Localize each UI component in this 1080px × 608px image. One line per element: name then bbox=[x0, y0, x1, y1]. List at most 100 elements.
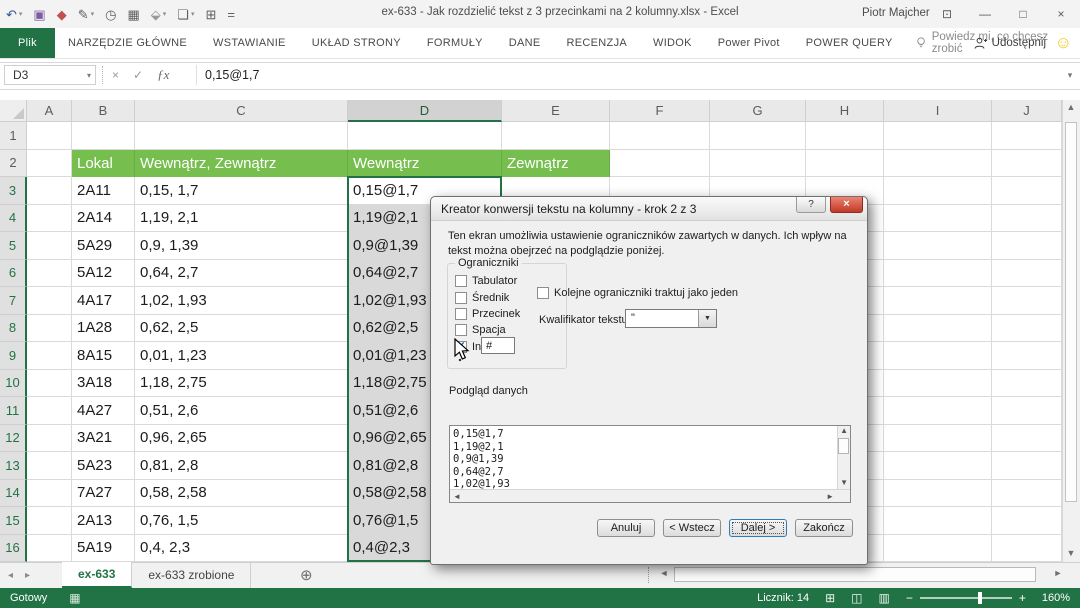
text-qualifier-combobox[interactable]: " ▼ bbox=[625, 309, 717, 328]
row-header-16[interactable]: 16 bbox=[0, 535, 27, 563]
note-icon[interactable]: ❏▾ bbox=[177, 8, 194, 21]
cell-A9[interactable] bbox=[27, 342, 72, 370]
column-header-H[interactable]: H bbox=[806, 100, 884, 122]
preview-scroll-down-icon[interactable]: ▼ bbox=[840, 478, 848, 487]
cell-C2[interactable]: Wewnątrz, Zewnątrz bbox=[135, 150, 348, 178]
ribbon-tab-widok[interactable]: WIDOK bbox=[640, 28, 705, 58]
preview-vertical-scrollbar[interactable]: ▲ ▼ bbox=[837, 426, 850, 489]
dialog-close-button[interactable]: × bbox=[830, 197, 863, 213]
cell-B12[interactable]: 3A21 bbox=[72, 425, 135, 453]
preview-scroll-left-icon[interactable]: ◄ bbox=[453, 492, 461, 501]
cell-I11[interactable] bbox=[884, 397, 992, 425]
cell-B8[interactable]: 1A28 bbox=[72, 315, 135, 343]
cell-J11[interactable] bbox=[992, 397, 1062, 425]
cell-B13[interactable]: 5A23 bbox=[72, 452, 135, 480]
cell-F2[interactable] bbox=[610, 150, 710, 178]
cell-D1[interactable] bbox=[348, 122, 502, 150]
minimize-button[interactable]: — bbox=[966, 0, 1004, 28]
cell-I2[interactable] bbox=[884, 150, 992, 178]
cell-J9[interactable] bbox=[992, 342, 1062, 370]
column-header-G[interactable]: G bbox=[710, 100, 806, 122]
ribbon-tab-formuly[interactable]: FORMUŁY bbox=[414, 28, 496, 58]
cell-C12[interactable]: 0,96, 2,65 bbox=[135, 425, 348, 453]
cell-J4[interactable] bbox=[992, 205, 1062, 233]
name-box[interactable]: D3 ▾ bbox=[4, 65, 96, 85]
cancel-icon[interactable]: × bbox=[112, 68, 119, 82]
ribbon-tab-power-query[interactable]: POWER QUERY bbox=[793, 28, 906, 58]
sheet-prev-icon[interactable]: ◂ bbox=[8, 570, 13, 581]
preview-scroll-right-icon[interactable]: ► bbox=[826, 492, 834, 501]
row-header-6[interactable]: 6 bbox=[0, 260, 27, 288]
row-header-1[interactable]: 1 bbox=[0, 122, 27, 150]
vertical-scrollbar-thumb[interactable] bbox=[1065, 122, 1077, 502]
cell-I12[interactable] bbox=[884, 425, 992, 453]
cell-I5[interactable] bbox=[884, 232, 992, 260]
row-header-3[interactable]: 3 bbox=[0, 177, 27, 205]
cell-J13[interactable] bbox=[992, 452, 1062, 480]
cell-C3[interactable]: 0,15, 1,7 bbox=[135, 177, 348, 205]
ribbon-tab-wstawianie[interactable]: WSTAWIANIE bbox=[200, 28, 299, 58]
hscroll-left-icon[interactable]: ◄ bbox=[658, 568, 670, 578]
cell-B5[interactable]: 5A29 bbox=[72, 232, 135, 260]
feedback-smiley-icon[interactable]: ☺ bbox=[1055, 28, 1072, 58]
checkbox-icon[interactable] bbox=[455, 324, 467, 336]
cell-I1[interactable] bbox=[884, 122, 992, 150]
cell-C10[interactable]: 1,18, 2,75 bbox=[135, 370, 348, 398]
cell-C6[interactable]: 0,64, 2,7 bbox=[135, 260, 348, 288]
cell-B1[interactable] bbox=[72, 122, 135, 150]
cell-A13[interactable] bbox=[27, 452, 72, 480]
save-icon[interactable]: ▣ bbox=[33, 8, 45, 21]
cell-J14[interactable] bbox=[992, 480, 1062, 508]
ribbon-tab-dane[interactable]: DANE bbox=[496, 28, 554, 58]
ribbon-tab-plik[interactable]: Plik bbox=[0, 28, 55, 58]
cell-B10[interactable]: 3A18 bbox=[72, 370, 135, 398]
cell-J5[interactable] bbox=[992, 232, 1062, 260]
close-button[interactable]: × bbox=[1042, 0, 1080, 28]
cell-C13[interactable]: 0,81, 2,8 bbox=[135, 452, 348, 480]
cell-A3[interactable] bbox=[27, 177, 72, 205]
preview-vscroll-thumb[interactable] bbox=[838, 438, 849, 454]
row-header-9[interactable]: 9 bbox=[0, 342, 27, 370]
cell-C9[interactable]: 0,01, 1,23 bbox=[135, 342, 348, 370]
cell-C16[interactable]: 0,4, 2,3 bbox=[135, 535, 348, 563]
macro-record-icon[interactable]: ▦ bbox=[69, 591, 80, 605]
cell-C11[interactable]: 0,51, 2,6 bbox=[135, 397, 348, 425]
cell-B4[interactable]: 2A14 bbox=[72, 205, 135, 233]
column-header-I[interactable]: I bbox=[884, 100, 992, 122]
cell-B15[interactable]: 2A13 bbox=[72, 507, 135, 535]
cell-A5[interactable] bbox=[27, 232, 72, 260]
share-button[interactable]: Udostępnij bbox=[974, 28, 1046, 58]
other-delimiter-field[interactable]: # bbox=[481, 337, 515, 354]
page-break-view-icon[interactable]: ▥ bbox=[878, 591, 889, 605]
window-icon[interactable]: ⊞ bbox=[205, 8, 216, 21]
row-header-5[interactable]: 5 bbox=[0, 232, 27, 260]
form-pencil-icon[interactable]: ✎▾ bbox=[78, 8, 94, 21]
dialog-button-dalej[interactable]: Dalej > bbox=[729, 519, 787, 537]
dialog-button-anuluj[interactable]: Anuluj bbox=[597, 519, 655, 537]
row-header-4[interactable]: 4 bbox=[0, 205, 27, 233]
cell-A4[interactable] bbox=[27, 205, 72, 233]
zoom-track[interactable] bbox=[920, 597, 1012, 599]
cell-I3[interactable] bbox=[884, 177, 992, 205]
cell-C1[interactable] bbox=[135, 122, 348, 150]
cell-D2[interactable]: Wewnątrz bbox=[348, 150, 502, 178]
cell-I10[interactable] bbox=[884, 370, 992, 398]
enter-icon[interactable]: ✓ bbox=[133, 68, 143, 82]
cell-B9[interactable]: 8A15 bbox=[72, 342, 135, 370]
undo-icon[interactable]: ↶▾ bbox=[6, 8, 22, 21]
scroll-up-icon[interactable]: ▲ bbox=[1063, 102, 1079, 112]
ribbon-tab-uklad-strony[interactable]: UKŁAD STRONY bbox=[299, 28, 414, 58]
cell-I13[interactable] bbox=[884, 452, 992, 480]
formula-input[interactable]: 0,15@1,7 bbox=[196, 65, 1065, 85]
cell-H2[interactable] bbox=[806, 150, 884, 178]
cell-J10[interactable] bbox=[992, 370, 1062, 398]
dialog-button-wstecz[interactable]: < Wstecz bbox=[663, 519, 721, 537]
cell-J3[interactable] bbox=[992, 177, 1062, 205]
cell-F1[interactable] bbox=[610, 122, 710, 150]
checkbox-srednik[interactable]: Średnik bbox=[455, 292, 509, 304]
scroll-down-icon[interactable]: ▼ bbox=[1063, 548, 1079, 558]
horizontal-scrollbar-thumb[interactable] bbox=[674, 567, 1036, 582]
cell-B3[interactable]: 2A11 bbox=[72, 177, 135, 205]
cell-H1[interactable] bbox=[806, 122, 884, 150]
preview-horizontal-scrollbar[interactable]: ◄ ► bbox=[450, 489, 850, 502]
